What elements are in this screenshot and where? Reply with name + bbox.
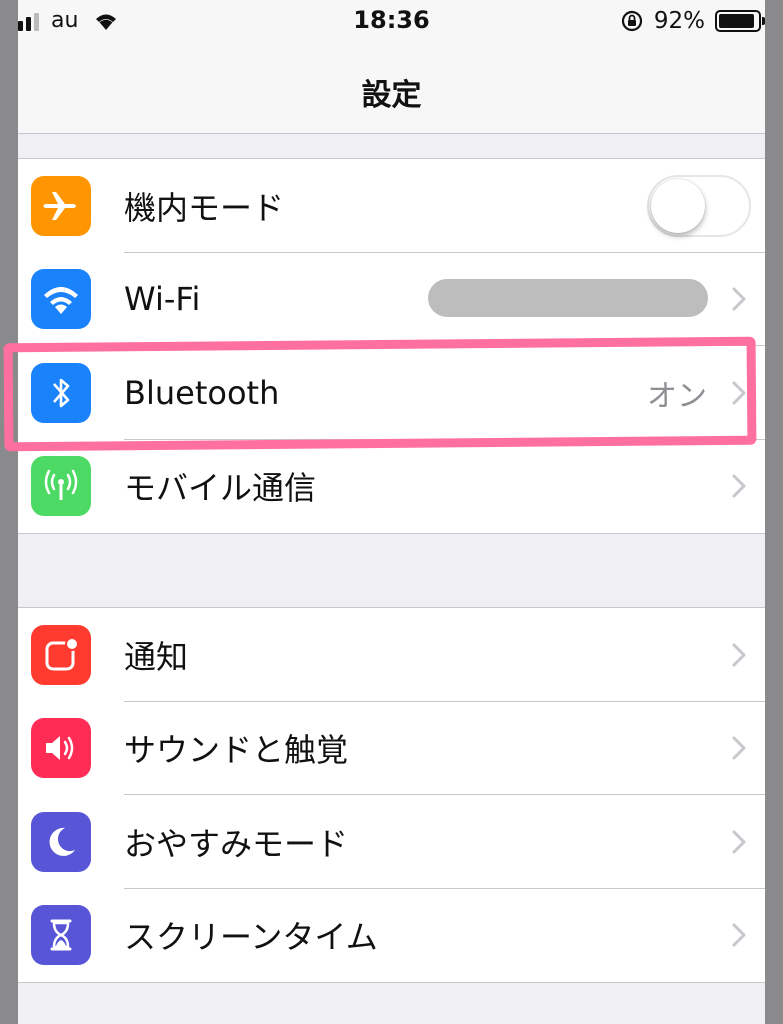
status-right: 92%: [620, 8, 765, 34]
moon-icon: [31, 811, 91, 872]
toggle-knob: [651, 178, 705, 233]
row-label: サウンドと触覚: [124, 731, 349, 770]
wifi-icon: [31, 269, 91, 330]
row-label: モバイル通信: [124, 469, 317, 508]
row-label: 通知: [124, 637, 189, 676]
speaker-icon: [31, 718, 91, 779]
row-wifi[interactable]: Wi-Fi: [18, 253, 765, 346]
airplane-mode-toggle[interactable]: [647, 174, 751, 237]
battery-icon: [715, 10, 765, 32]
row-label: Wi-Fi: [124, 280, 201, 319]
redacted-network-name: [428, 278, 708, 317]
bottom-background: [18, 985, 765, 1024]
navigation-bar: 設定: [18, 44, 765, 134]
battery-percent: 92%: [653, 8, 705, 34]
row-label: おやすみモード: [124, 824, 349, 863]
row-notifications[interactable]: 通知: [18, 608, 765, 702]
chevron-right-icon: [732, 287, 746, 311]
row-mobile-data[interactable]: モバイル通信: [18, 440, 765, 534]
page-title: 設定: [361, 78, 422, 113]
row-label: スクリーンタイム: [124, 918, 378, 957]
bluetooth-highlight-annotation: [3, 336, 757, 452]
row-label: 機内モード: [124, 188, 285, 227]
battery-fill: [719, 14, 754, 28]
status-bar: au 18:36 92%: [18, 0, 765, 44]
chevron-right-icon: [732, 736, 746, 760]
chevron-right-icon: [732, 830, 746, 854]
rotation-lock-icon: [621, 10, 642, 32]
chevron-right-icon: [732, 474, 746, 498]
airplane-icon: [31, 175, 91, 236]
notifications-icon: [31, 624, 91, 685]
row-screen-time[interactable]: スクリーンタイム: [18, 889, 765, 983]
settings-screen: au 18:36 92% 設定 機内モード Wi-Fi Bluetooth オン…: [18, 0, 765, 1024]
row-airplane-mode: 機内モード: [18, 159, 765, 253]
antenna-icon: [31, 456, 91, 517]
chevron-right-icon: [732, 923, 746, 947]
chevron-right-icon: [732, 643, 746, 667]
row-do-not-disturb[interactable]: おやすみモード: [18, 795, 765, 889]
row-sounds-haptics[interactable]: サウンドと触覚: [18, 702, 765, 795]
settings-group-notifications: 通知 サウンドと触覚 おやすみモード スクリーンタイム: [18, 607, 765, 983]
hourglass-icon: [31, 905, 91, 966]
